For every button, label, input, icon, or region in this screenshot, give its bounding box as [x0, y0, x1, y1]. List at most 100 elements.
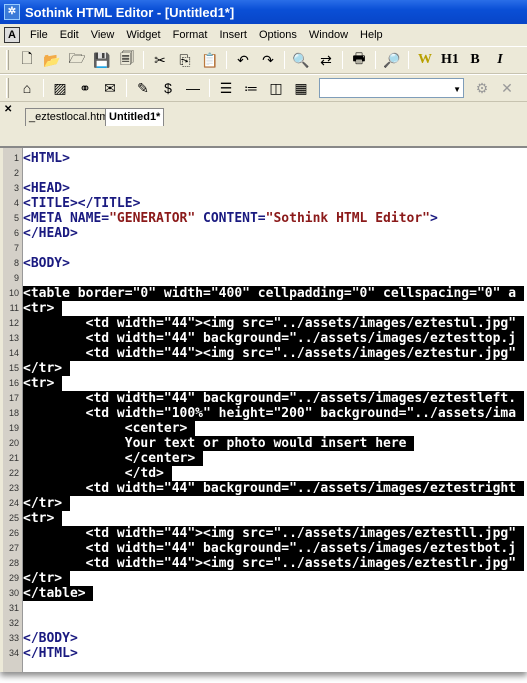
form-icon[interactable]: ☰ — [215, 77, 237, 99]
code-line[interactable]: 30 </table> — [0, 586, 527, 601]
table-icon[interactable]: ▦ — [290, 77, 312, 99]
code-line[interactable]: 12 <td width="44"><img src="../assets/im… — [0, 316, 527, 331]
h1-icon[interactable]: H1 — [439, 49, 461, 71]
save-all-icon[interactable]: 🗐 — [116, 49, 138, 71]
find-icon[interactable]: 🔍 — [290, 49, 312, 71]
open-icon[interactable]: 📂 — [41, 49, 63, 71]
close-document-icon[interactable]: ✕ — [4, 104, 12, 115]
menu-format[interactable]: Format — [167, 29, 214, 41]
menu-options[interactable]: Options — [253, 29, 303, 41]
new-file-icon[interactable]: 🗋 — [16, 49, 38, 71]
email-icon[interactable]: ✉ — [99, 77, 121, 99]
code-line[interactable]: 32 — [0, 616, 527, 631]
line-number: 28 — [8, 558, 19, 568]
menu-window[interactable]: Window — [303, 29, 354, 41]
money-bag-icon[interactable]: $ — [157, 77, 179, 99]
code-line[interactable]: 10 <table border="0" width="400" cellpadd… — [0, 286, 527, 301]
title-bar: ✲ Sothink HTML Editor - [Untitled1*] — [0, 0, 527, 24]
selection-newline — [516, 406, 524, 421]
save-icon[interactable]: 💾 — [91, 49, 113, 71]
line-number: 20 — [8, 438, 19, 448]
properties-icon[interactable]: ⚙ — [471, 77, 493, 99]
list-icon[interactable]: ≔ — [240, 77, 262, 99]
cut-icon[interactable]: ✂ — [149, 49, 171, 71]
code-line[interactable]: 11 <tr> — [0, 301, 527, 316]
copy-icon[interactable]: ⎘ — [174, 49, 196, 71]
image-icon[interactable]: ▨ — [49, 77, 71, 99]
code-line[interactable]: 23 <td width="44" background="../assets/… — [0, 481, 527, 496]
delete-icon[interactable]: ✕ — [496, 77, 518, 99]
selection-newline — [62, 496, 70, 511]
menu-widget[interactable]: Widget — [120, 29, 166, 41]
menu-insert[interactable]: Insert — [213, 29, 253, 41]
code-line[interactable]: 14 <td width="44"><img src="../assets/im… — [0, 346, 527, 361]
paste-icon[interactable]: 📋 — [199, 49, 221, 71]
code-line[interactable]: 31 — [0, 601, 527, 616]
code-line[interactable]: 2 — [0, 166, 527, 181]
code-line[interactable]: 16 <tr> — [0, 376, 527, 391]
line-number: 1 — [13, 153, 19, 163]
document-system-icon[interactable]: A — [4, 27, 20, 43]
bold-icon[interactable]: B — [464, 49, 486, 71]
code-line[interactable]: 25 <tr> — [0, 511, 527, 526]
code-line[interactable]: 29 </tr> — [0, 571, 527, 586]
home-icon[interactable]: ⌂ — [16, 77, 38, 99]
layout-icon[interactable]: ◫ — [265, 77, 287, 99]
undo-icon[interactable]: ↶ — [232, 49, 254, 71]
selection-newline — [62, 571, 70, 586]
pencil-icon[interactable]: ✎ — [132, 77, 154, 99]
code-line[interactable]: 9 — [0, 271, 527, 286]
code-token: <TITLE></TITLE> — [23, 196, 141, 211]
code-line[interactable]: 34 </HTML> — [0, 646, 527, 661]
code-line[interactable]: 22 </td> — [0, 466, 527, 481]
code-line[interactable]: 27 <td width="44" background="../assets/… — [0, 541, 527, 556]
tab-eztestlocal[interactable]: _eztestlocal.htm — [25, 108, 113, 126]
code-line[interactable]: 21 </center> — [0, 451, 527, 466]
code-line[interactable]: 33 </BODY> — [0, 631, 527, 646]
code-line[interactable]: 17 <td width="44" background="../assets/… — [0, 391, 527, 406]
toolbar-grip[interactable] — [6, 78, 9, 98]
link-icon[interactable]: ⚭ — [74, 77, 96, 99]
code-token: </tr> — [23, 361, 63, 376]
wordart-icon[interactable]: W — [414, 49, 436, 71]
preview-icon[interactable]: 🔎 — [381, 49, 403, 71]
line-number: 30 — [8, 588, 19, 598]
chevron-down-icon[interactable]: ▼ — [453, 85, 461, 94]
menu-help[interactable]: Help — [354, 29, 389, 41]
italic-icon[interactable]: I — [489, 49, 511, 71]
style-combobox[interactable]: ▼ — [319, 78, 464, 98]
code-line[interactable]: 8 <BODY> — [0, 256, 527, 271]
menu-edit[interactable]: Edit — [54, 29, 85, 41]
code-editor[interactable]: 1 <HTML> 2 3 <HEAD> 4 <TITLE></TITLE> 5 <META NA… — [0, 146, 527, 672]
print-icon[interactable]: 🖶 — [348, 49, 370, 71]
menu-view[interactable]: View — [85, 29, 121, 41]
code-line[interactable]: 5 <META NAME="GENERATOR" CONTENT="Sothink… — [0, 211, 527, 226]
line-number: 23 — [8, 483, 19, 493]
code-line[interactable]: 20 Your text or photo would insert here — [0, 436, 527, 451]
open-folder-icon[interactable]: 🗁 — [66, 49, 88, 71]
code-token: <tr> — [23, 511, 55, 526]
menu-file[interactable]: File — [24, 29, 54, 41]
tab-untitled1[interactable]: Untitled1* — [105, 108, 165, 126]
code-line[interactable]: 24 </tr> — [0, 496, 527, 511]
code-token: <BODY> — [23, 256, 70, 271]
code-line[interactable]: 15 </tr> — [0, 361, 527, 376]
redo-icon[interactable]: ↷ — [257, 49, 279, 71]
line-number: 7 — [13, 243, 19, 253]
code-line[interactable]: 7 — [0, 241, 527, 256]
code-text: <tr> — [22, 376, 63, 391]
toolbar-grip[interactable] — [6, 50, 9, 70]
selection-newline — [54, 511, 63, 526]
horizontal-rule-icon[interactable]: — — [182, 77, 204, 99]
selection-newline — [516, 391, 524, 406]
replace-icon[interactable]: ⇄ — [315, 49, 337, 71]
code-line[interactable]: 28 <td width="44"><img src="../assets/im… — [0, 556, 527, 571]
code-line[interactable]: 18 <td width="100%" height="200" backgro… — [0, 406, 527, 421]
code-line[interactable]: 4 <TITLE></TITLE> — [0, 196, 527, 211]
code-line[interactable]: 26 <td width="44"><img src="../assets/im… — [0, 526, 527, 541]
code-line[interactable]: 3 <HEAD> — [0, 181, 527, 196]
code-line[interactable]: 13 <td width="44" background="../assets/… — [0, 331, 527, 346]
code-line[interactable]: 1 <HTML> — [0, 151, 527, 166]
code-line[interactable]: 19 <center> — [0, 421, 527, 436]
code-line[interactable]: 6 </HEAD> — [0, 226, 527, 241]
